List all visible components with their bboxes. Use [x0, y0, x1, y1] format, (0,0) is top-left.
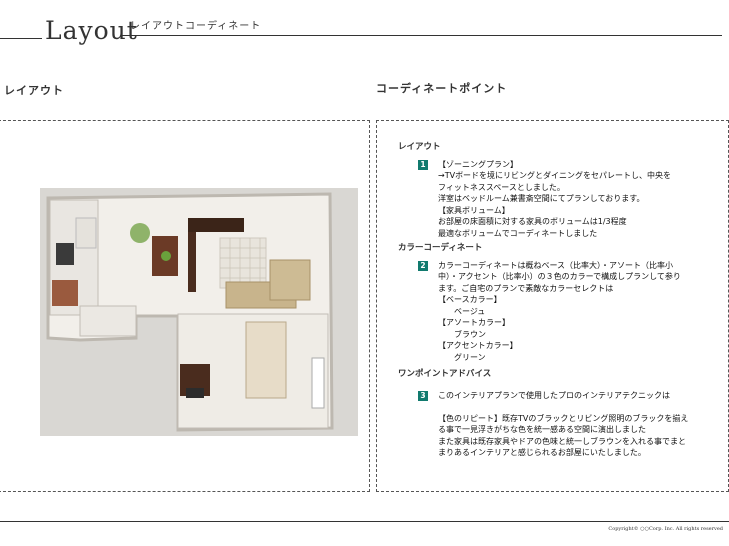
point-category: レイアウト [398, 142, 441, 152]
footer-rule [0, 521, 729, 522]
point-number-badge: 3 [418, 390, 428, 401]
point-item: 2 カラーコーディネートは概ねベース（比率大）・アソート（比率小 中）・アクセン… [398, 260, 728, 364]
point-line: 中）・アクセント（比率小）の３色のカラーで構成しプランして参り [438, 272, 681, 281]
point-line: ベージュ [438, 306, 486, 316]
point-number-badge: 2 [418, 260, 428, 271]
point-line: →TVボードを境にリビングとダイニングをセパレートし、中央を [438, 171, 672, 180]
point-item: 3 このインテリアプランで使用したプロのインテリアテクニックは 【色のリピート】… [398, 390, 728, 459]
point-line: カラーコーディネートは概ねベース（比率大）・アソート（比率小 [438, 260, 674, 270]
point-item: 1 【ゾーニングプラン】 →TVボードを境にリビングとダイニングをセパレートし、… [398, 159, 728, 240]
point-line: ブラウン [438, 329, 486, 339]
point-category: カラーコーディネート [398, 243, 483, 253]
point-line: 【アクセントカラー】 [438, 341, 518, 350]
point-line: 【色のリピート】既存TVのブラックとリビング照明のブラックを揃え [438, 413, 689, 423]
left-section-title: レイアウト [4, 84, 64, 97]
point-line: また家具は既存家具やドアの色味と統一しブラウンを入れる事でまと [438, 436, 686, 446]
point-line: お部屋の床面積に対する家具のボリュームは1/3程度 [438, 217, 627, 226]
page-title: Layout [45, 16, 138, 45]
point-block-3: ワンポイントアドバイス 3 このインテリアプランで使用したプロのインテリアテクニ… [398, 369, 728, 459]
point-line: 【ベースカラー】 [438, 295, 502, 304]
point-line: 【アソートカラー】 [438, 318, 510, 327]
point-line [438, 401, 728, 413]
point-line: フィットネススペースとしました。 [438, 182, 565, 192]
point-line: グリーン [438, 352, 486, 362]
point-block-2: カラーコーディネート 2 カラーコーディネートは概ねベース（比率大）・アソート（… [398, 243, 728, 363]
header-rule [122, 35, 722, 36]
floor-plan-image [40, 188, 358, 436]
point-line: このインテリアプランで使用したプロのインテリアテクニックは [438, 390, 670, 400]
page-subtitle: レイアウトコーディネート [130, 21, 262, 32]
point-number-badge: 1 [418, 159, 428, 170]
point-line: 【家具ボリューム】 [438, 205, 510, 215]
right-section-title: コーディネートポイント [376, 82, 508, 95]
point-line: 【ゾーニングプラン】 [438, 159, 518, 169]
point-line: 洋室はベッドルーム兼書斎空間にてプランしております。 [438, 194, 645, 203]
point-category: ワンポイントアドバイス [398, 369, 492, 379]
coordinate-points-content: レイアウト 1 【ゾーニングプラン】 →TVボードを境にリビングとダイニングをセ… [398, 142, 728, 459]
point-line: 最適なボリュームでコーディネートしました [438, 228, 598, 238]
point-line: る事で一見浮きがちな色を統一感ある空間に演出しました [438, 425, 646, 434]
point-line: まりあるインテリアと感じられるお部屋にいたしました。 [438, 448, 646, 457]
copyright-text: Copyright© ○○Corp. Inc. All rights reser… [608, 526, 723, 532]
point-block-1: レイアウト 1 【ゾーニングプラン】 →TVボードを境にリビングとダイニングをセ… [398, 142, 728, 239]
point-line: ます。ご自宅のプランで素敵なカラーセレクトは [438, 283, 614, 293]
header-dash [0, 38, 42, 39]
